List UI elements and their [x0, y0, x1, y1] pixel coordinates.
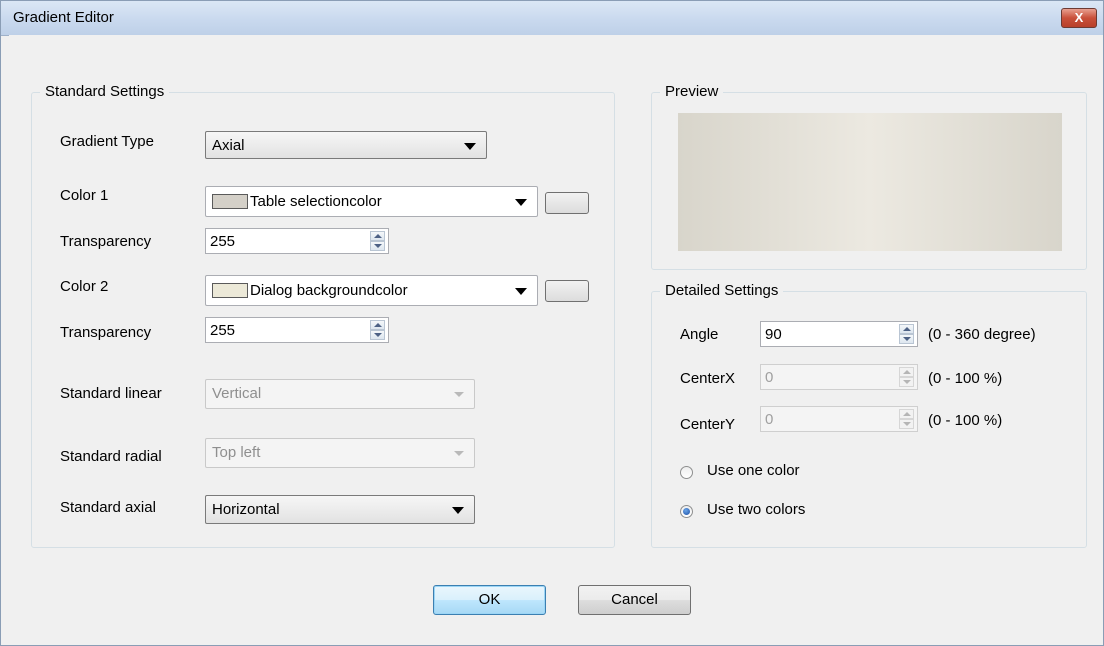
spin-up-icon[interactable] [899, 367, 914, 377]
color2-picker-button[interactable] [545, 280, 589, 302]
transparency1-value: 255 [210, 233, 236, 250]
gradient-type-label: Gradient Type [60, 133, 154, 150]
centerx-range: (0 - 100 %) [928, 370, 1003, 387]
standard-radial-value: Top left [212, 444, 261, 461]
standard-settings-group: Standard Settings Gradient Type Axial Co… [31, 83, 615, 548]
color1-select[interactable]: Table selectioncolor [205, 186, 538, 217]
title-bar[interactable]: Gradient Editor X [1, 1, 1103, 36]
standard-axial-value: Horizontal [212, 501, 280, 518]
use-one-color-label[interactable]: Use one color [707, 462, 800, 479]
spin-down-icon[interactable] [899, 419, 914, 429]
use-one-color-radio[interactable] [680, 466, 693, 479]
detailed-settings-group: Detailed Settings Angle 90 (0 - 360 degr… [651, 282, 1087, 548]
spin-up-icon[interactable] [899, 324, 914, 334]
centerx-label: CenterX [680, 370, 736, 387]
color1-value: Table selectioncolor [250, 193, 382, 210]
spin-buttons [370, 320, 385, 340]
spin-buttons [899, 324, 914, 344]
color1-swatch [212, 194, 248, 209]
centery-spinbox[interactable]: 0 [760, 406, 918, 432]
spin-up-icon[interactable] [899, 409, 914, 419]
centerx-value: 0 [765, 369, 774, 386]
color2-label: Color 2 [60, 278, 109, 295]
cancel-button[interactable]: Cancel [578, 585, 691, 615]
chevron-down-icon [515, 199, 527, 206]
use-two-colors-radio[interactable] [680, 505, 693, 518]
spin-down-icon[interactable] [370, 241, 385, 251]
spin-down-icon[interactable] [899, 334, 914, 344]
spin-buttons [899, 367, 914, 387]
angle-spinbox[interactable]: 90 [760, 321, 918, 347]
color1-picker-button[interactable] [545, 192, 589, 214]
spin-up-icon[interactable] [370, 231, 385, 241]
transparency2-value: 255 [210, 322, 236, 339]
transparency1-spinbox[interactable]: 255 [205, 228, 389, 254]
centerx-spinbox[interactable]: 0 [760, 364, 918, 390]
transparency2-spinbox[interactable]: 255 [205, 317, 389, 343]
close-button[interactable]: X [1061, 8, 1097, 28]
standard-linear-label: Standard linear [60, 385, 162, 402]
angle-label: Angle [680, 326, 719, 343]
standard-linear-value: Vertical [212, 385, 262, 402]
transparency1-label: Transparency [60, 233, 152, 250]
window-title: Gradient Editor [13, 9, 114, 26]
spin-down-icon[interactable] [899, 377, 914, 387]
gradient-preview [678, 113, 1062, 251]
chevron-down-icon [452, 507, 464, 514]
color2-value: Dialog backgroundcolor [250, 282, 408, 299]
standard-linear-select[interactable]: Vertical [205, 379, 475, 409]
preview-group: Preview [651, 83, 1087, 270]
ok-button[interactable]: OK [433, 585, 546, 615]
chevron-down-icon [454, 451, 464, 456]
chevron-down-icon [464, 143, 476, 150]
standard-axial-select[interactable]: Horizontal [205, 495, 475, 524]
centery-value: 0 [765, 411, 774, 428]
standard-settings-label: Standard Settings [40, 83, 170, 100]
transparency2-label: Transparency [60, 324, 152, 341]
centery-label: CenterY [680, 416, 736, 433]
gradient-editor-window: Gradient Editor X Standard Settings Grad… [0, 0, 1104, 646]
chevron-down-icon [515, 288, 527, 295]
chevron-down-icon [454, 392, 464, 397]
standard-radial-select[interactable]: Top left [205, 438, 475, 468]
dialog-client: Standard Settings Gradient Type Axial Co… [9, 35, 1103, 645]
spin-buttons [370, 231, 385, 251]
preview-label: Preview [660, 83, 724, 100]
color2-swatch [212, 283, 248, 298]
color2-select[interactable]: Dialog backgroundcolor [205, 275, 538, 306]
color1-label: Color 1 [60, 187, 109, 204]
standard-radial-label: Standard radial [60, 448, 162, 465]
gradient-type-value: Axial [212, 137, 245, 154]
detailed-settings-label: Detailed Settings [660, 282, 784, 299]
spin-down-icon[interactable] [370, 330, 385, 340]
gradient-type-select[interactable]: Axial [205, 131, 487, 159]
angle-value: 90 [765, 326, 782, 343]
standard-axial-label: Standard axial [60, 499, 156, 516]
spin-up-icon[interactable] [370, 320, 385, 330]
spin-buttons [899, 409, 914, 429]
angle-range: (0 - 360 degree) [928, 326, 1036, 343]
centery-range: (0 - 100 %) [928, 412, 1003, 429]
use-two-colors-label[interactable]: Use two colors [707, 501, 805, 518]
